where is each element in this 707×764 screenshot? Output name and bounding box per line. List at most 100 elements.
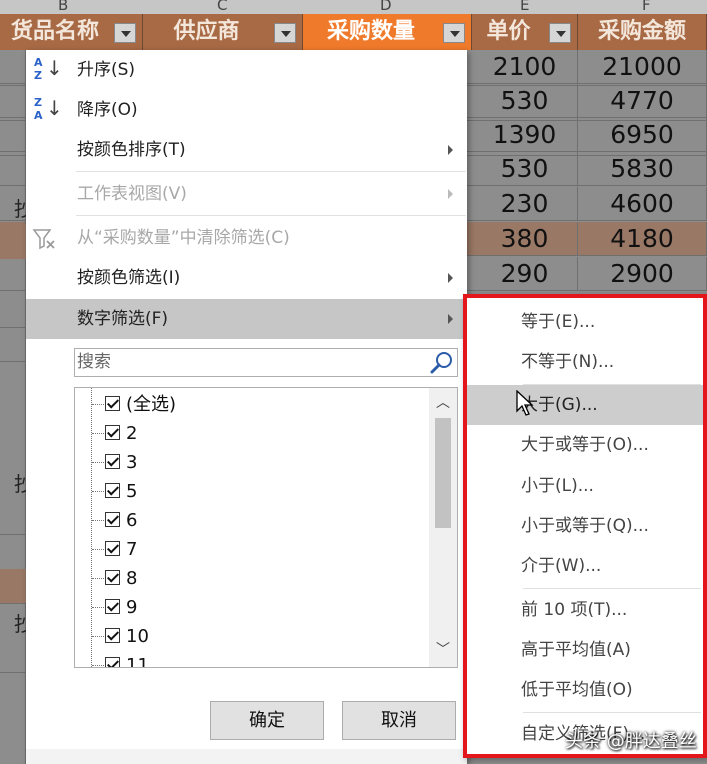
menu-item-number-filters[interactable]: 数字筛选(F) <box>26 299 467 339</box>
price-cell[interactable]: 530 <box>472 152 578 186</box>
checkbox-checked[interactable] <box>105 396 120 411</box>
filter-dropdown-button[interactable] <box>274 23 296 43</box>
search-box[interactable] <box>74 348 458 377</box>
list-item[interactable]: 9 <box>75 593 425 622</box>
menu-item-sort-ascending[interactable]: A Z ↓ 升序(S) <box>26 50 467 90</box>
menu-separator <box>523 588 701 589</box>
checkbox-checked[interactable] <box>105 512 120 527</box>
amount-cell[interactable]: 6950 <box>578 118 707 152</box>
submenu-item-label: 小于(L)... <box>521 476 594 496</box>
submenu-arrow-icon <box>448 189 453 199</box>
cancel-button[interactable]: 取消 <box>342 701 456 740</box>
header-cell-purchase-amount[interactable]: 采购金额 <box>578 14 707 50</box>
list-item[interactable]: 10 <box>75 622 425 651</box>
checkbox-checked[interactable] <box>105 541 120 556</box>
submenu-arrow-icon <box>448 145 453 155</box>
header-cell-unit-price[interactable]: 单价 <box>472 14 578 50</box>
list-item-label: 2 <box>126 423 138 444</box>
list-item-select-all[interactable]: (全选) <box>75 390 425 419</box>
submenu-item-greater-than[interactable]: 大于(G)... <box>467 385 703 425</box>
tree-connector <box>92 578 104 579</box>
amount-cell[interactable]: 4770 <box>578 84 707 118</box>
amount-cell[interactable]: 5830 <box>578 152 707 186</box>
price-cell[interactable]: 2100 <box>472 50 578 84</box>
header-cell-product-name[interactable]: 货品名称 <box>0 14 143 50</box>
header-cell-purchase-qty[interactable]: 采购数量 <box>303 14 472 50</box>
submenu-item-below-average[interactable]: 低于平均值(O) <box>467 670 703 710</box>
list-item[interactable]: 2 <box>75 419 425 448</box>
header-label: 单价 <box>486 19 531 44</box>
list-item-label: 5 <box>126 481 138 502</box>
column-letter-b[interactable]: B <box>58 0 68 14</box>
list-item[interactable]: 7 <box>75 535 425 564</box>
search-input[interactable] <box>77 351 417 373</box>
filter-dropdown-button[interactable] <box>114 23 136 43</box>
menu-item-sort-descending[interactable]: Z A ↓ 降序(O) <box>26 90 467 130</box>
list-item[interactable]: 8 <box>75 564 425 593</box>
price-cell[interactable]: 230 <box>472 187 578 221</box>
submenu-item-label: 大于或等于(O)... <box>521 435 649 455</box>
chevron-up-icon[interactable]: ︿ <box>436 396 450 410</box>
column-letter-e[interactable]: E <box>520 0 529 14</box>
menu-item-sort-by-color[interactable]: 按颜色排序(T) <box>26 130 467 170</box>
amount-cell[interactable]: 4180 <box>578 222 707 256</box>
list-item[interactable]: 11 <box>75 651 425 667</box>
submenu-item-label: 低于平均值(O) <box>521 680 633 700</box>
submenu-item-top-10[interactable]: 前 10 项(T)... <box>467 590 703 630</box>
tree-connector <box>92 636 104 637</box>
menu-item-filter-by-color[interactable]: 按颜色筛选(I) <box>26 258 467 298</box>
checkbox-checked[interactable] <box>105 657 120 667</box>
price-cell[interactable]: 1390 <box>472 118 578 152</box>
submenu-item-less-or-equal[interactable]: 小于或等于(Q)... <box>467 506 703 546</box>
checkbox-checked[interactable] <box>105 570 120 585</box>
tree-connector <box>92 549 104 550</box>
scroll-thumb[interactable] <box>435 418 451 528</box>
column-letter-d[interactable]: D <box>380 0 392 14</box>
header-cell-supplier[interactable]: 供应商 <box>143 14 303 50</box>
filter-value-list[interactable]: (全选) 2 3 5 6 7 8 9 10 11 ︿ ﹀ <box>74 387 458 668</box>
row-highlight-fragment <box>0 569 26 603</box>
submenu-item-label: 不等于(N)... <box>521 352 615 372</box>
header-label: 采购金额 <box>597 19 686 44</box>
submenu-item-greater-or-equal[interactable]: 大于或等于(O)... <box>467 425 703 465</box>
sort-descending-icon: Z A ↓ <box>34 96 63 122</box>
list-item-label: 6 <box>126 510 138 531</box>
submenu-item-equals[interactable]: 等于(E)... <box>467 302 703 342</box>
column-letter-f[interactable]: F <box>642 0 651 14</box>
checkbox-checked[interactable] <box>105 483 120 498</box>
checkbox-checked[interactable] <box>105 599 120 614</box>
price-cell[interactable]: 380 <box>472 222 578 256</box>
tree-connector <box>92 491 104 492</box>
header-row: 货品名称 供应商 采购数量 单价 采购金额 <box>0 14 707 50</box>
filter-dropdown-button[interactable] <box>549 23 571 43</box>
filter-dropdown-button-active[interactable] <box>443 23 465 43</box>
price-cell[interactable]: 290 <box>472 257 578 291</box>
submenu-item-between[interactable]: 介于(W)... <box>467 546 703 586</box>
list-item-label: 9 <box>126 597 138 618</box>
submenu-item-not-equal[interactable]: 不等于(N)... <box>467 342 703 382</box>
search-icon[interactable] <box>429 350 455 376</box>
menu-item-label: 数字筛选(F) <box>77 309 169 329</box>
amount-cell[interactable]: 2900 <box>578 257 707 291</box>
header-label: 采购数量 <box>326 19 415 44</box>
list-item[interactable]: 6 <box>75 506 425 535</box>
list-scrollbar[interactable]: ︿ ﹀ <box>429 388 457 667</box>
submenu-item-above-average[interactable]: 高于平均值(A) <box>467 630 703 670</box>
checkbox-checked[interactable] <box>105 628 120 643</box>
resize-grip-bar[interactable] <box>26 749 467 764</box>
checkbox-checked[interactable] <box>105 425 120 440</box>
amount-cell[interactable]: 4600 <box>578 187 707 221</box>
list-item[interactable]: 5 <box>75 477 425 506</box>
submenu-item-label: 介于(W)... <box>521 556 602 576</box>
submenu-item-less-than[interactable]: 小于(L)... <box>467 466 703 506</box>
amount-cell[interactable]: 21000 <box>578 50 707 84</box>
chevron-down-icon[interactable]: ﹀ <box>436 643 450 657</box>
menu-separator <box>76 215 466 216</box>
tree-connector <box>92 520 104 521</box>
ok-button[interactable]: 确定 <box>210 701 324 740</box>
checkbox-checked[interactable] <box>105 454 120 469</box>
price-cell[interactable]: 530 <box>472 84 578 118</box>
column-letter-c[interactable]: C <box>217 0 227 14</box>
list-item[interactable]: 3 <box>75 448 425 477</box>
tree-connector <box>92 607 104 608</box>
